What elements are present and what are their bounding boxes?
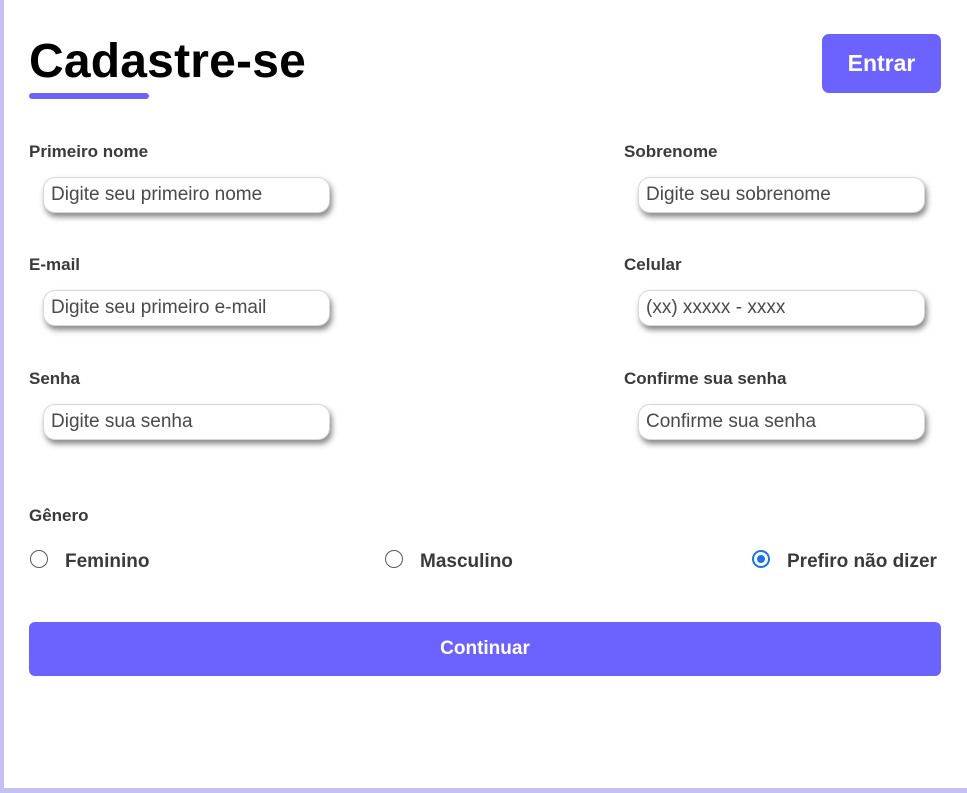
email-label: E-mail	[29, 255, 81, 274]
confirm-password-input[interactable]	[638, 404, 925, 440]
email-input[interactable]	[43, 290, 330, 326]
first-name-label: Primeiro nome	[29, 142, 149, 161]
login-button[interactable]: Entrar	[822, 34, 941, 93]
password-label: Senha	[29, 369, 81, 388]
password-input[interactable]	[43, 404, 330, 440]
confirm-password-label: Confirme sua senha	[624, 369, 787, 388]
phone-label: Celular	[624, 255, 682, 274]
radio-label-masculino: Masculino	[420, 551, 513, 572]
last-name-input[interactable]	[638, 177, 925, 213]
signup-card: Cadastre-se Entrar Primeiro nome Sobreno…	[4, 0, 967, 788]
title-underline	[29, 93, 149, 99]
radio-prefiro-nao-dizer[interactable]	[752, 549, 770, 568]
last-name-label: Sobrenome	[624, 142, 718, 161]
page-title: Cadastre-se	[29, 35, 307, 88]
page-frame: Cadastre-se Entrar Primeiro nome Sobreno…	[0, 0, 967, 793]
radio-label-feminino: Feminino	[65, 551, 150, 572]
continue-button[interactable]: Continuar	[29, 622, 941, 676]
gender-option-masculino[interactable]: Masculino	[385, 544, 513, 573]
radio-masculino[interactable]	[385, 549, 403, 568]
phone-input[interactable]	[638, 290, 925, 326]
gender-label: Gênero	[29, 506, 89, 525]
gender-option-feminino[interactable]: Feminino	[30, 544, 149, 573]
gender-option-prefiro-nao-dizer[interactable]: Prefiro não dizer	[752, 544, 937, 573]
radio-label-prefiro-nao-dizer: Prefiro não dizer	[787, 551, 937, 572]
radio-feminino[interactable]	[30, 549, 48, 568]
first-name-input[interactable]	[43, 177, 330, 213]
